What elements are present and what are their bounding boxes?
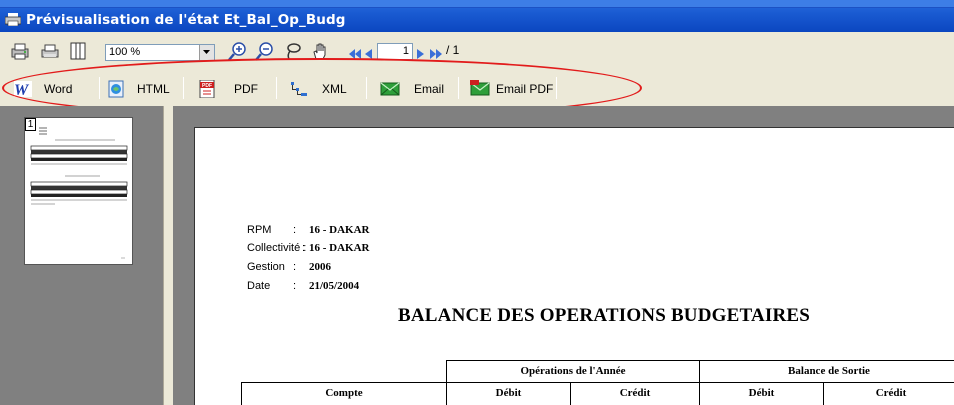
xml-icon bbox=[291, 81, 307, 96]
page-number-input[interactable]: 1 bbox=[377, 43, 413, 60]
email-icon bbox=[380, 82, 400, 95]
thumbnail-preview bbox=[30, 127, 128, 259]
print-setup-icon[interactable] bbox=[10, 41, 30, 61]
export-html-label: HTML bbox=[137, 81, 170, 96]
printer-app-icon bbox=[5, 13, 21, 26]
toolbar-separator bbox=[366, 77, 367, 99]
info-value: 16 - DAKAR bbox=[309, 242, 370, 254]
zoom-select[interactable]: 100 % bbox=[105, 44, 215, 61]
export-email-pdf-label: Email PDF bbox=[496, 81, 554, 96]
page-total: / 1 bbox=[446, 43, 460, 57]
toolbar-separator bbox=[556, 77, 557, 99]
last-page-icon[interactable] bbox=[426, 44, 446, 64]
preview-window: Prévisualisation de l'état Et_Bal_Op_Bud… bbox=[0, 0, 954, 405]
info-label: Gestion bbox=[247, 261, 285, 273]
info-label: RPM bbox=[247, 224, 272, 236]
info-label: Date bbox=[247, 280, 271, 292]
export-email-label: Email bbox=[414, 81, 445, 96]
toolbar-separator bbox=[276, 77, 277, 99]
zoom-value: 100 % bbox=[109, 46, 141, 58]
report-table: Opérations de l'Année Balance de Sortie … bbox=[241, 360, 954, 405]
report-title: BALANCE DES OPERATIONS BUDGETAIRES bbox=[398, 305, 811, 326]
info-colon: : bbox=[293, 224, 297, 236]
column-header-credit: Crédit bbox=[570, 382, 700, 405]
toolbar-separator bbox=[458, 77, 459, 99]
export-word-button[interactable]: W Word bbox=[14, 77, 72, 100]
toolbar-separator bbox=[183, 77, 184, 99]
info-colon: : bbox=[302, 242, 306, 254]
svg-text:W: W bbox=[14, 82, 30, 98]
word-icon: W bbox=[14, 80, 32, 98]
toolbar-separator bbox=[99, 77, 100, 99]
group-header-operations: Opérations de l'Année bbox=[446, 360, 700, 383]
pane-splitter[interactable] bbox=[163, 106, 173, 405]
info-value: 16 - DAKAR bbox=[309, 224, 370, 236]
window-title: Prévisualisation de l'état Et_Bal_Op_Bud… bbox=[26, 12, 346, 28]
prev-page-icon[interactable] bbox=[360, 44, 374, 64]
info-label: Collectivité : bbox=[247, 242, 307, 254]
export-xml-label: XML bbox=[322, 81, 347, 96]
lasso-icon[interactable] bbox=[283, 41, 303, 61]
export-pdf-label: PDF bbox=[234, 81, 258, 96]
info-value: 21/05/2004 bbox=[309, 280, 360, 292]
column-header-debit: Débit bbox=[446, 382, 571, 405]
export-email-pdf-button[interactable]: Email PDF bbox=[470, 77, 553, 100]
thumbnail-page-number: 1 bbox=[25, 118, 36, 131]
svg-text:PDF: PDF bbox=[202, 83, 212, 89]
export-xml-button[interactable]: XML bbox=[290, 77, 347, 100]
title-bar: Prévisualisation de l'état Et_Bal_Op_Bud… bbox=[0, 0, 954, 32]
html-icon bbox=[108, 80, 124, 97]
email-pdf-icon bbox=[470, 80, 490, 96]
export-pdf-button[interactable]: PDF PDF bbox=[198, 77, 258, 100]
column-header-credit: Crédit bbox=[823, 382, 954, 405]
page-thumbnail[interactable] bbox=[24, 117, 133, 265]
columns-icon[interactable] bbox=[68, 41, 88, 61]
info-colon: : bbox=[293, 280, 297, 292]
print-icon[interactable] bbox=[40, 41, 60, 61]
group-header-balance: Balance de Sortie bbox=[699, 360, 954, 383]
column-header-debit: Débit bbox=[699, 382, 824, 405]
chevron-down-icon[interactable] bbox=[199, 45, 214, 60]
menu-bar-remnant bbox=[0, 0, 954, 8]
info-value: 2006 bbox=[309, 261, 331, 273]
zoom-in-icon[interactable] bbox=[228, 41, 248, 61]
info-colon: : bbox=[293, 261, 297, 273]
column-header-compte: Compte bbox=[241, 382, 447, 405]
export-email-button[interactable]: Email bbox=[380, 77, 444, 100]
export-word-label: Word bbox=[44, 81, 73, 96]
hand-icon[interactable] bbox=[310, 41, 330, 61]
export-html-button[interactable]: HTML bbox=[107, 77, 170, 100]
pdf-icon: PDF bbox=[199, 79, 215, 98]
zoom-out-icon[interactable] bbox=[255, 41, 275, 61]
